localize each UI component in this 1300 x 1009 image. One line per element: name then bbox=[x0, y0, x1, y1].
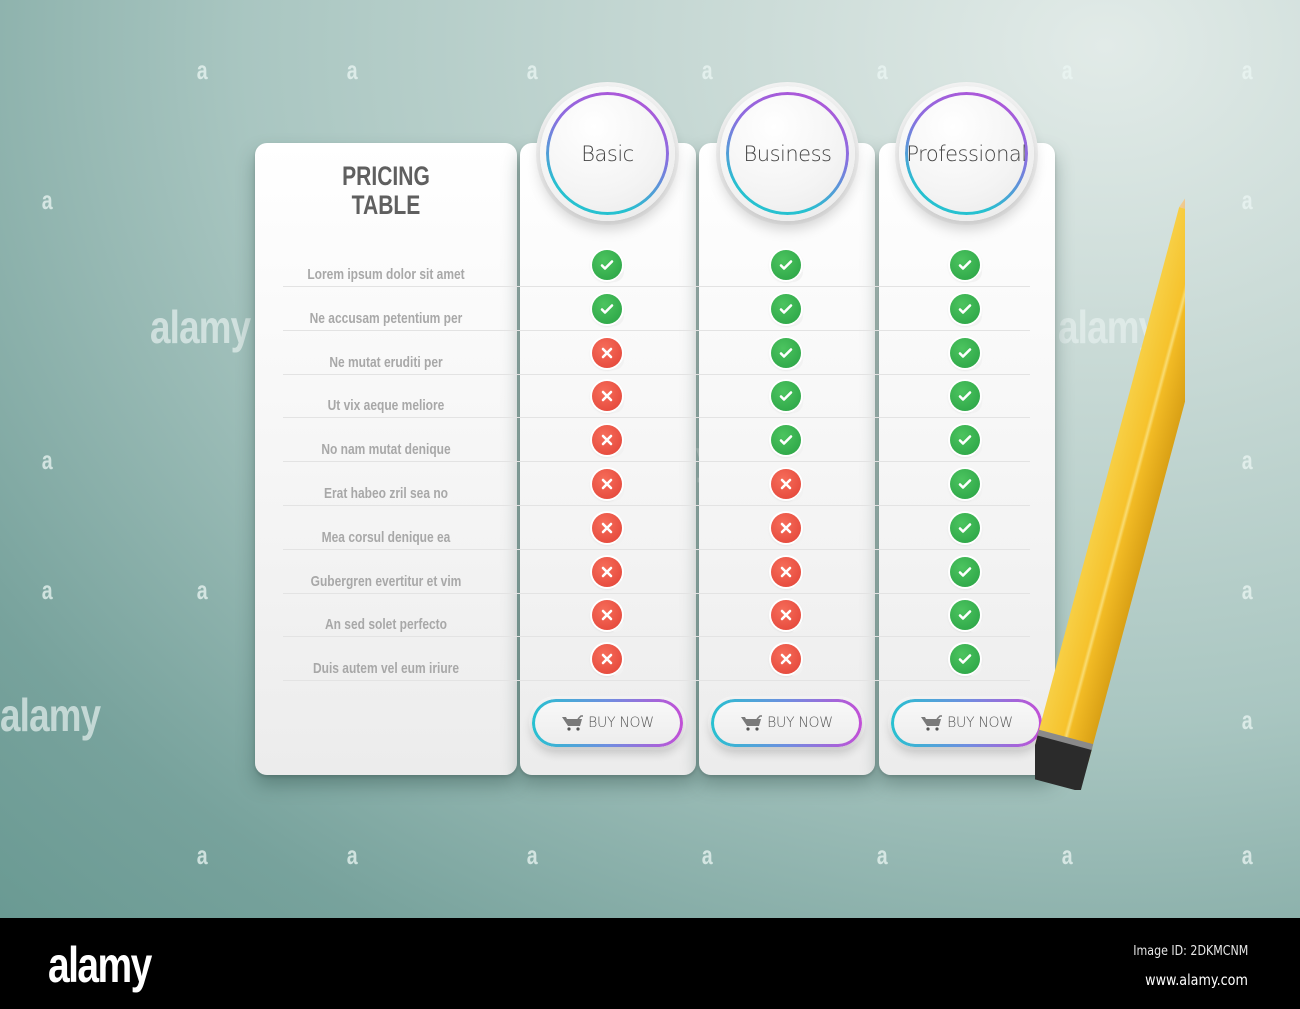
row-divider bbox=[283, 636, 1030, 638]
feature-label: Mea corsul denique ea bbox=[321, 528, 451, 546]
watermark-url: www.alamy.com bbox=[1145, 971, 1248, 989]
watermark-brand: alamy bbox=[0, 689, 101, 741]
watermark-letter: a bbox=[1241, 575, 1253, 605]
cross-icon bbox=[592, 469, 624, 501]
buy-now-button-basic[interactable]: BUY NOW bbox=[532, 699, 683, 747]
watermark-footer: alamy Image ID: 2DKMCNM www.alamy.com bbox=[0, 918, 1300, 1009]
alamy-logo: alamy bbox=[48, 937, 152, 993]
row-divider bbox=[283, 680, 1030, 682]
check-icon bbox=[950, 425, 982, 458]
buy-now-label: BUY NOW bbox=[588, 715, 654, 731]
image-id: Image ID: 2DKMCNM bbox=[1133, 944, 1248, 959]
feature-label: An sed solet perfecto bbox=[324, 616, 448, 634]
watermark-letter: a bbox=[1241, 445, 1253, 475]
check-icon bbox=[592, 293, 624, 326]
pricing-table-title: PRICING TABLE bbox=[284, 162, 488, 220]
plan-name: Business bbox=[743, 141, 832, 166]
cross-icon bbox=[592, 600, 624, 633]
watermark-letter: a bbox=[196, 55, 208, 85]
feature-label: No nam mutat denique bbox=[321, 441, 451, 459]
feature-label: Lorem ipsum dolor sit amet bbox=[307, 266, 465, 283]
row-divider bbox=[283, 417, 1030, 419]
cross-icon bbox=[592, 425, 624, 458]
feature-label: Ne mutat eruditi per bbox=[329, 353, 443, 371]
watermark-letter: a bbox=[346, 55, 358, 85]
watermark-letter: a bbox=[41, 575, 53, 605]
row-divider bbox=[283, 329, 1030, 331]
cross-icon bbox=[592, 512, 624, 545]
watermark-letter: a bbox=[526, 840, 538, 870]
watermark-letter: a bbox=[41, 185, 53, 215]
cart-icon bbox=[562, 715, 584, 731]
watermark-letter: a bbox=[1061, 55, 1073, 85]
check-icon bbox=[950, 250, 982, 282]
row-divider bbox=[283, 286, 1030, 287]
cross-icon bbox=[771, 644, 803, 677]
check-icon bbox=[771, 381, 803, 414]
watermark-letter: a bbox=[196, 575, 208, 605]
watermark-letter: a bbox=[1241, 840, 1253, 870]
feature-label: Ut vix aeque meliore bbox=[327, 397, 445, 415]
title-line-1: PRICING bbox=[342, 161, 430, 191]
row-divider bbox=[283, 505, 1030, 506]
cross-icon bbox=[592, 644, 624, 677]
watermark-letter: a bbox=[196, 840, 208, 870]
watermark-brand: alamy bbox=[150, 301, 251, 353]
row-divider bbox=[283, 373, 1030, 375]
watermark-letter: a bbox=[41, 445, 53, 475]
cross-icon bbox=[592, 381, 624, 414]
check-icon bbox=[950, 293, 982, 326]
cross-icon bbox=[592, 337, 624, 370]
row-divider bbox=[283, 592, 1030, 594]
cross-icon bbox=[592, 556, 624, 589]
buy-now-label: BUY NOW bbox=[767, 715, 833, 731]
feature-label: Gubergren evertitur et vim bbox=[310, 572, 462, 590]
check-icon bbox=[950, 337, 982, 370]
row-divider bbox=[283, 461, 1030, 463]
check-icon bbox=[771, 425, 803, 458]
plan-badge-basic: Basic bbox=[540, 86, 675, 221]
cart-icon bbox=[741, 715, 763, 731]
plan-badge-business: Business bbox=[720, 86, 855, 221]
watermark-letter: a bbox=[701, 840, 713, 870]
plan-name: Professional bbox=[906, 141, 1027, 166]
row-divider bbox=[283, 548, 1030, 550]
plan-badge-professional: Professional bbox=[899, 86, 1034, 221]
cross-icon bbox=[771, 469, 803, 501]
buy-now-label: BUY NOW bbox=[947, 715, 1013, 731]
buy-now-button-business[interactable]: BUY NOW bbox=[711, 699, 862, 747]
cross-icon bbox=[771, 556, 803, 589]
background: aaaaaaaaaaaaaaaaaaaaaaaaaalamyalamyalamy… bbox=[0, 0, 1300, 918]
check-icon bbox=[950, 469, 982, 501]
buy-now-button-professional[interactable]: BUY NOW bbox=[891, 699, 1042, 747]
check-icon bbox=[950, 381, 982, 414]
watermark-letter: a bbox=[1241, 705, 1253, 735]
watermark-letter: a bbox=[876, 55, 888, 85]
feature-label: Duis autem vel eum iriure bbox=[312, 660, 460, 678]
check-icon bbox=[771, 337, 803, 370]
watermark-letter: a bbox=[526, 55, 538, 85]
check-icon bbox=[771, 293, 803, 326]
watermark-letter: a bbox=[1061, 840, 1073, 870]
cross-icon bbox=[771, 600, 803, 633]
check-icon bbox=[950, 644, 982, 677]
watermark-letter: a bbox=[1241, 55, 1253, 85]
feature-label: Erat habeo zril sea no bbox=[323, 485, 449, 502]
watermark-letter: a bbox=[876, 840, 888, 870]
cart-icon bbox=[921, 715, 943, 731]
cross-icon bbox=[771, 512, 803, 545]
check-icon bbox=[771, 250, 803, 282]
watermark-letter: a bbox=[701, 55, 713, 85]
check-icon bbox=[592, 250, 624, 282]
title-line-2: TABLE bbox=[351, 190, 421, 220]
check-icon bbox=[950, 512, 982, 545]
pencil-icon bbox=[1035, 150, 1185, 790]
feature-label: Ne accusam petentium per bbox=[309, 309, 463, 327]
watermark-letter: a bbox=[346, 840, 358, 870]
check-icon bbox=[950, 600, 982, 633]
check-icon bbox=[950, 556, 982, 589]
plan-name: Basic bbox=[581, 141, 634, 166]
watermark-letter: a bbox=[1241, 185, 1253, 215]
